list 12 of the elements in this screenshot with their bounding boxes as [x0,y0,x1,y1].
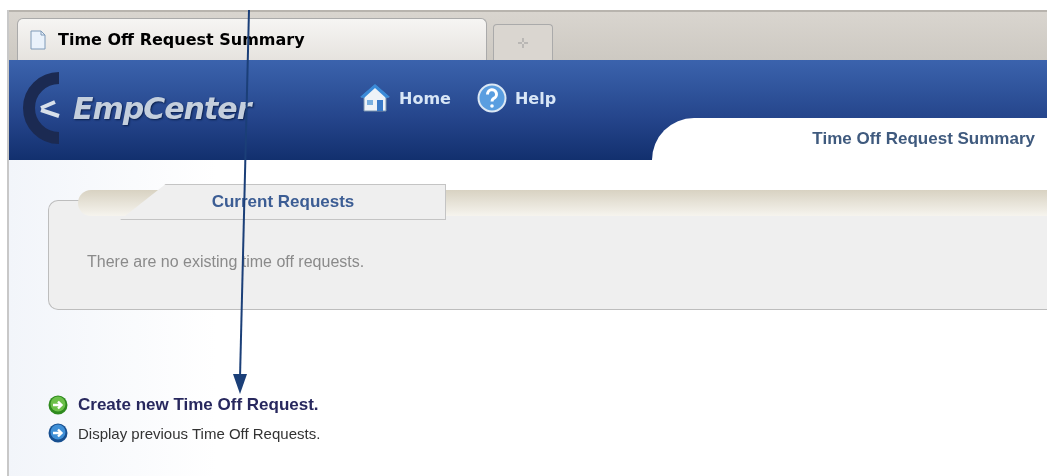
arrow-circle-icon [48,423,68,443]
arrow-circle-icon [48,395,68,415]
document-icon [30,29,46,50]
plus-icon [518,37,528,48]
action-link[interactable]: Display previous Time Off Requests. [48,423,1047,443]
nav-link[interactable]: Home [359,83,451,113]
new-tab-button[interactable] [493,24,553,60]
house-icon [359,83,391,113]
help-icon [476,83,507,113]
app-logo: EmpCenter [73,90,251,126]
nav-link[interactable]: Help [476,83,557,113]
action-link[interactable]: Create new Time Off Request. [48,395,1047,415]
